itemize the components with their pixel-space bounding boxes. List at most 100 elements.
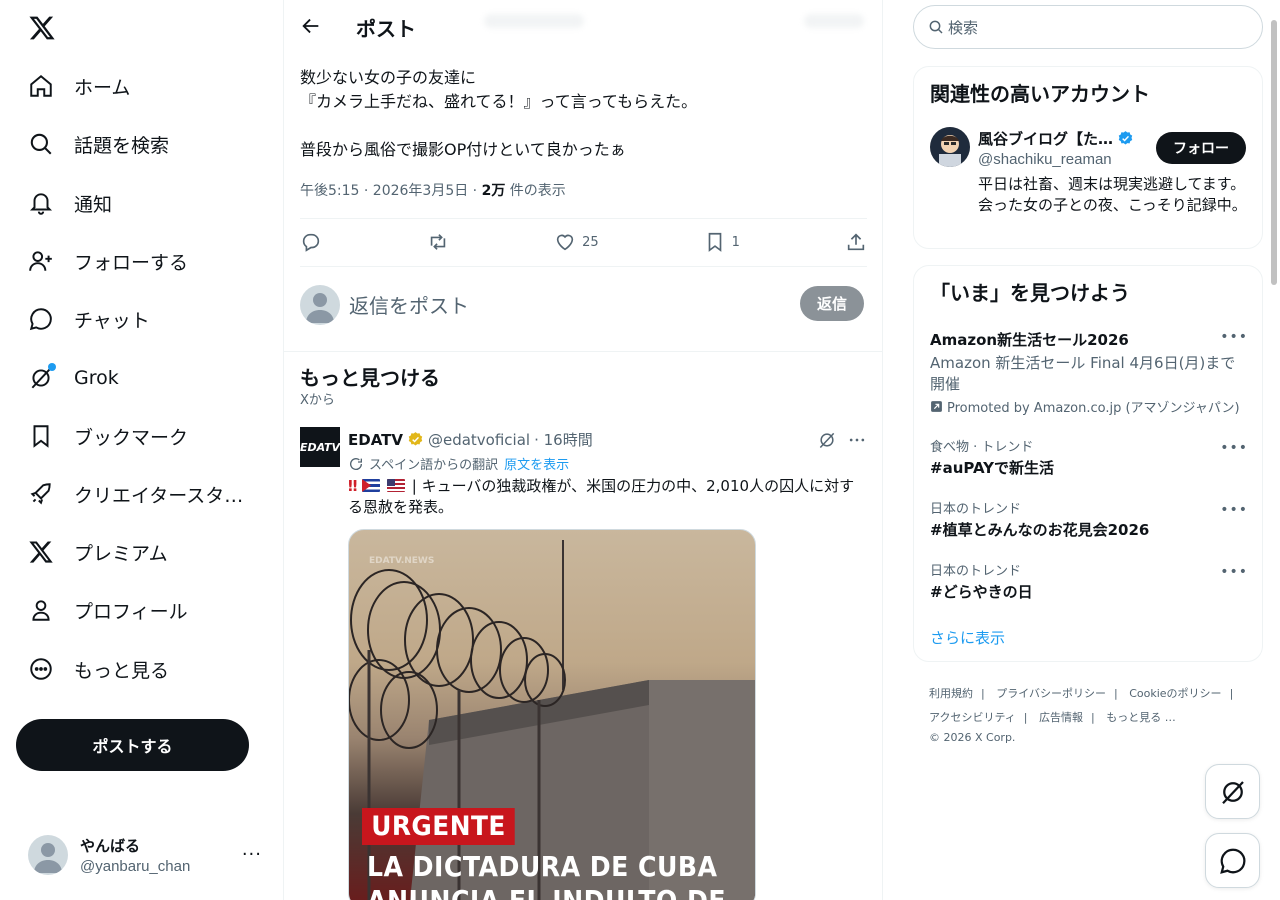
footer-link[interactable]: 広告情報 [1039, 711, 1083, 724]
usa-flag-icon [386, 479, 405, 492]
account-display-name: やんばる [80, 837, 141, 855]
nav-notifications[interactable]: 通知 [28, 183, 112, 223]
media-headline: LA DICTADURA DE CUBA ANUNCIA EL INDULTO … [367, 850, 726, 900]
footer-link[interactable]: プライバシーポリシー [996, 687, 1106, 700]
nav-label: もっと見る [74, 659, 170, 682]
cuba-flag-icon [362, 479, 381, 492]
reply-icon [302, 233, 320, 252]
page-title: ポスト [356, 17, 416, 41]
search-bar[interactable]: 検索 [913, 5, 1263, 49]
search-input[interactable]: 検索 [948, 17, 978, 38]
back-arrow-icon[interactable] [300, 15, 322, 37]
reply-submit-button[interactable]: 返信 [800, 286, 864, 321]
follow-button[interactable]: フォロー [1156, 132, 1246, 164]
heart-icon [556, 234, 574, 251]
trend-item[interactable]: 日本のトレンド #植草とみんなのお花見会2026 ••• [930, 498, 1248, 540]
footer-link[interactable]: Cookieのポリシー [1129, 687, 1221, 700]
nav-label: クリエイタースタ… [74, 484, 244, 507]
view-count: 2万 [481, 183, 506, 199]
more-dots-icon[interactable]: ••• [1220, 564, 1248, 580]
more-dots-icon[interactable]: ••• [1220, 329, 1248, 345]
reply-button[interactable] [300, 231, 322, 253]
nav-home[interactable]: ホーム [28, 66, 130, 106]
nav-follow[interactable]: フォローする [28, 241, 188, 281]
footer-link[interactable]: もっと見る … [1106, 711, 1176, 724]
like-button[interactable]: 25 [554, 231, 599, 253]
discover-title: もっと見つける [300, 366, 440, 390]
reply-composer: 返信をポスト 返信 [300, 283, 867, 327]
divider [300, 218, 867, 219]
nav-creator-studio[interactable]: クリエイタースタ… [28, 474, 243, 514]
nav-label: チャット [74, 309, 150, 332]
search-icon [928, 19, 944, 35]
trends-title: 「いま」を見つけよう [930, 281, 1130, 305]
share-button[interactable] [845, 231, 867, 253]
nav-label: プレミアム [74, 542, 168, 565]
verified-gold-badge-icon [407, 431, 424, 448]
nav-label: 話題を検索 [74, 134, 170, 157]
like-count: 25 [582, 234, 599, 250]
share-icon [847, 233, 865, 251]
account-switcher[interactable]: やんばる @yanbaru_chan ··· [28, 832, 270, 878]
repost-button[interactable] [427, 231, 449, 253]
grok-fab-button[interactable] [1205, 764, 1260, 819]
post-time: · 16時間 [534, 431, 593, 449]
blurred-background [804, 14, 864, 28]
x-logo-icon[interactable] [28, 14, 56, 42]
grok-icon[interactable] [817, 430, 837, 450]
tweet-timestamp[interactable]: 午後5:15 · 2026年3月5日 · [300, 183, 482, 199]
repost-icon [430, 234, 446, 250]
nav-profile[interactable]: プロフィール [28, 590, 188, 630]
trend-category: 日本のトレンド [930, 502, 1022, 517]
chat-icon [28, 306, 54, 332]
related-account-name[interactable]: 風谷ブイログ【た… [978, 128, 1134, 149]
avatar[interactable] [930, 127, 970, 167]
double-exclamation-icon: ‼ [348, 477, 358, 495]
nav-more[interactable]: もっと見る [28, 649, 169, 689]
person-icon [28, 597, 54, 623]
translation-note: スペイン語からの翻訳 原文を表示 [348, 454, 569, 473]
bookmark-button[interactable]: 1 [704, 231, 740, 253]
nav-explore[interactable]: 話題を検索 [28, 124, 169, 164]
nav-chat[interactable]: チャット [28, 299, 150, 339]
grok-icon [28, 363, 56, 391]
nav-label: 通知 [74, 193, 113, 216]
more-dots-icon[interactable]: ··· [242, 844, 262, 865]
footer-link[interactable]: アクセシビリティ [929, 711, 1016, 724]
trend-title: #植草とみんなのお花見会2026 [930, 521, 1150, 539]
footer-link[interactable]: 利用規約 [929, 687, 973, 700]
promoted-trend[interactable]: Amazon新生活セール2026 Amazon 新生活セール Final 4月6… [930, 329, 1248, 416]
main-column: ポスト 数少ない女の子の友達に 『カメラ上手だね、盛れてる！』って言ってもらえた… [284, 0, 883, 900]
promoted-title: Amazon新生活セール2026 [930, 331, 1129, 349]
copyright: © 2026 X Corp. [929, 731, 1016, 744]
nav-grok[interactable]: Grok [28, 358, 119, 398]
nav-label: Grok [74, 367, 119, 389]
urgent-badge: URGENTE [362, 808, 515, 845]
notification-dot [48, 363, 56, 371]
trend-item[interactable]: 食べ物 · トレンド #auPAYで新生活 ••• [930, 436, 1248, 478]
more-dots-icon[interactable]: ••• [1220, 440, 1248, 456]
promoted-by: Promoted by Amazon.co.jp (アマゾンジャパン) [947, 401, 1240, 416]
trend-item[interactable]: 日本のトレンド #どらやきの日 ••• [930, 560, 1248, 602]
avatar[interactable]: EDATV [300, 427, 340, 467]
reply-input[interactable]: 返信をポスト [349, 290, 469, 319]
nav-premium[interactable]: プレミアム [28, 532, 168, 572]
post-media-image[interactable]: EDATV.NEWS URGENTE LA DICTADURA DE CUBA … [348, 529, 756, 900]
nav-bookmarks[interactable]: ブックマーク [28, 416, 188, 456]
related-name-text: 風谷ブイログ【た… [978, 130, 1114, 148]
post-button[interactable]: ポストする [16, 719, 249, 771]
home-icon [28, 73, 54, 99]
x-premium-icon [28, 539, 54, 565]
scrollbar-thumb[interactable] [1271, 20, 1277, 285]
author-name[interactable]: EDATV [348, 431, 403, 449]
blurred-background [484, 14, 584, 28]
rocket-icon [28, 481, 54, 507]
divider [300, 266, 867, 267]
more-dots-icon[interactable]: ••• [1220, 502, 1248, 518]
trend-category: 食べ物 · トレンド [930, 440, 1034, 455]
chat-fab-button[interactable] [1205, 833, 1260, 888]
show-original-link[interactable]: 原文を表示 [504, 454, 569, 473]
show-more-link[interactable]: さらに表示 [930, 627, 1005, 648]
more-dots-icon[interactable] [847, 430, 867, 450]
post-text: ‼ | キューバの独裁政権が、米国の圧力の中、2,010人の囚人に対する恩赦を発… [348, 476, 867, 518]
